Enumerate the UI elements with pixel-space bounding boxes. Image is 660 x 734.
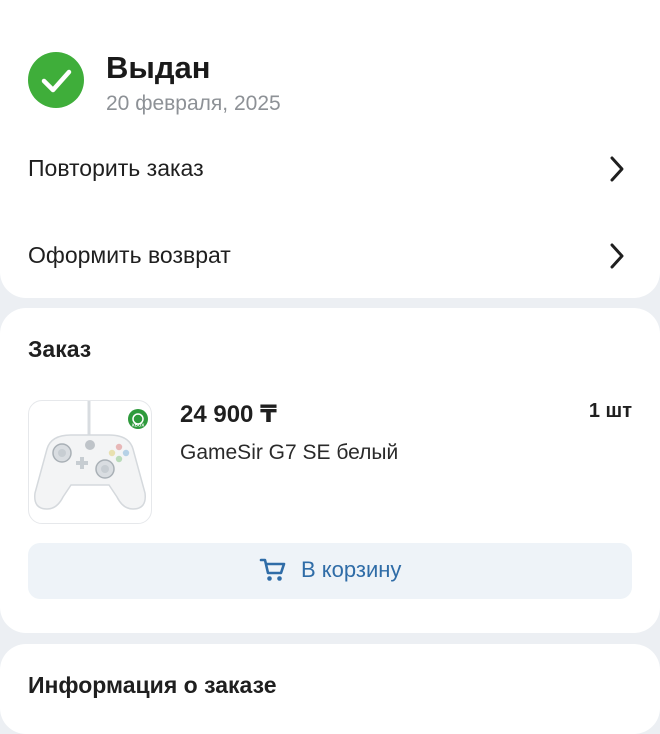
check-circle-icon	[28, 52, 84, 108]
chevron-right-icon	[610, 156, 624, 182]
gamepad-image: XBOX	[34, 401, 148, 510]
return-order-label: Оформить возврат	[28, 242, 231, 268]
repeat-order-label: Повторить заказ	[28, 155, 204, 181]
chevron-right-icon	[610, 243, 624, 269]
order-info-card: Информация о заказе	[0, 644, 660, 734]
add-to-cart-label: В корзину	[301, 557, 402, 582]
cart-icon	[259, 558, 285, 581]
product-image[interactable]: XBOX	[28, 400, 152, 524]
return-order-row[interactable]: Оформить возврат	[0, 225, 660, 287]
order-info-title: Информация о заказе	[28, 672, 277, 698]
item-name[interactable]: GameSir G7 SE белый	[180, 441, 398, 465]
add-to-cart-button[interactable]: В корзину	[28, 543, 632, 599]
item-price: 24 900 ₸	[180, 401, 277, 428]
status-title: Выдан	[106, 50, 211, 85]
order-status-card: Выдан 20 февраля, 2025 Повторить заказ О…	[0, 0, 660, 298]
order-section-title: Заказ	[28, 336, 92, 362]
repeat-order-row[interactable]: Повторить заказ	[0, 138, 660, 200]
xbox-badge-text: XBOX	[132, 423, 145, 428]
order-card: Заказ XBOX 24 900 ₸ 1 шт GameSir G7 SE б…	[0, 308, 660, 633]
item-quantity: 1 шт	[588, 400, 632, 422]
status-date: 20 февраля, 2025	[106, 92, 281, 115]
